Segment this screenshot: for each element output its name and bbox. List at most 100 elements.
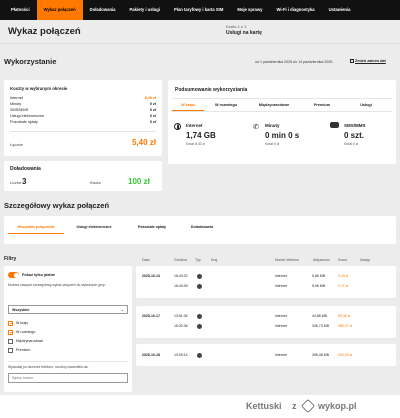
sms-value: 0 szt. (344, 131, 365, 140)
checkbox-domestic[interactable] (8, 321, 13, 327)
filters-title: Filtry (4, 256, 17, 262)
page-title: Wykaz połączeń (8, 26, 81, 37)
cost-row: Usługi elektroniczne 0 zł (10, 114, 156, 118)
topups-title: Doładowania (10, 166, 41, 172)
tab-international[interactable]: Międzynarodowe (248, 101, 300, 111)
chevron-down-icon: ⌄ (120, 307, 124, 312)
cost-row: Minuty 0 zł (10, 102, 156, 106)
row-activity: 44,88 MB (312, 314, 327, 318)
nav-tariff[interactable]: Plan taryfowy i karta SIM (167, 0, 230, 20)
nav-packages[interactable]: Pakiety i usługi (123, 0, 168, 20)
row-cost: 0,49 zł (338, 274, 349, 278)
cost-value: 0 zł (149, 120, 156, 124)
internet-cost: Koszt 8,40 zł (186, 142, 205, 146)
data-type-icon (197, 284, 202, 289)
row-cost: 0,71 zł (338, 284, 349, 288)
row-time: 13:51:04 (174, 314, 188, 318)
filters-hint: Możesz zawęzić szczegółowy wykaz połącze… (8, 283, 106, 287)
watermark-author: Kettuski (246, 401, 282, 411)
minutes-value: 0 min 0 s (265, 131, 300, 140)
col-date[interactable]: Data (142, 258, 149, 262)
checkbox-premium[interactable] (8, 348, 13, 353)
row-number: Internet (275, 274, 287, 278)
tab-all-calls[interactable]: Wszystkie połączenia (8, 225, 64, 234)
row-number: Internet (275, 324, 287, 328)
data-type-icon (197, 324, 202, 329)
watermark-site: wykop.pl (318, 401, 357, 411)
usage-title: Wykorzystanie (4, 57, 57, 66)
watermark-bar: Kettuski z wykop.pl (0, 395, 400, 418)
nav-my-matters[interactable]: Moje sprawy (230, 0, 269, 20)
group-date: 2025-10-17 (142, 314, 160, 318)
row-activity: 336,73 MB (312, 324, 329, 328)
period-range: od 1 października 2025 do 14 październik… (255, 60, 333, 64)
watermark-sep: z (292, 401, 297, 411)
total-value: 5,40 zł (131, 138, 156, 147)
table-group: 2025-10-18 13:09:14 Internet 396,48 MB 3… (136, 344, 396, 366)
detail-tabs-card: Wszystkie połączenia Usługi elektroniczn… (4, 216, 396, 244)
nav-payments[interactable]: Płatności (4, 0, 37, 20)
group-date: 2025-10-13 (142, 274, 160, 278)
phone-icon: ✆ (253, 124, 259, 131)
nav-topups[interactable]: Doładowania (83, 0, 123, 20)
tab-roaming[interactable]: W roamingu (204, 101, 248, 111)
change-range-link[interactable]: Zmień zakres dat (350, 59, 386, 63)
chat-icon (330, 122, 339, 128)
row-cost: 334,25 zł (338, 353, 353, 357)
group-select[interactable]: Wszystkie ⌄ (8, 305, 128, 314)
row-activity: 396,48 MB (312, 353, 329, 357)
nav-wifi[interactable]: Wi-Fi i diagnostyka (269, 0, 321, 20)
detail-tabs: Wszystkie połączenia Usługi elektroniczn… (8, 225, 224, 234)
nav-settings[interactable]: Ustawienia (322, 0, 358, 20)
total-label: Łącznie (10, 143, 24, 147)
costs-card: Koszty w wybranym okresie Internet 8,40 z… (4, 80, 162, 156)
globe-icon (174, 123, 181, 130)
tab-detail-topups[interactable]: Doładowania (180, 225, 224, 234)
row-time: 16:43:09 (174, 284, 188, 288)
topups-card: Doładowania Liczba 3 Kwota 100 zł (4, 161, 162, 191)
data-type-icon (197, 274, 202, 279)
checkbox-international[interactable] (8, 339, 13, 344)
top-nav: Płatności Wykaz połączeń Doładowania Pak… (0, 0, 400, 20)
tab-domestic[interactable]: W kraju (172, 101, 204, 111)
cost-label: Pozostałe opłaty (10, 120, 38, 124)
cost-value: 0 zł (149, 114, 156, 118)
minutes-cost: Koszt 0 zł (265, 142, 280, 146)
nav-call-log[interactable]: Wykaz połączeń (36, 0, 83, 20)
minutes-label: Minuty (265, 123, 280, 128)
internet-value: 1,74 GB (186, 131, 216, 140)
col-country: Kraj (211, 258, 218, 262)
number-search-input[interactable] (8, 373, 128, 383)
tab-other-fees[interactable]: Pozostałe opłaty (124, 225, 180, 234)
cost-label: SMS/MMS (10, 108, 29, 112)
data-type-icon (197, 314, 202, 319)
tab-e-services[interactable]: Usługi elektroniczne (64, 225, 124, 234)
cost-label: Usługi elektroniczne (10, 114, 44, 118)
divider (8, 361, 128, 362)
checkbox-domestic-label: W kraju (16, 321, 29, 325)
calendar-icon (350, 59, 354, 63)
tab-premium[interactable]: Premium (300, 101, 344, 111)
filters-card: Pokaż tylko płatne Możesz zawęzić szczeg… (4, 266, 132, 392)
row-cost: 55,36 zł (338, 314, 351, 318)
group-date: 2025-10-18 (142, 353, 160, 357)
paid-only-toggle[interactable] (8, 272, 19, 278)
col-type: Typ (195, 258, 201, 262)
account-type[interactable]: Usługi na kartę (226, 30, 262, 36)
cost-label: Internet (10, 96, 23, 100)
divider (172, 111, 392, 112)
checkbox-roaming[interactable] (8, 330, 13, 336)
paid-only-label: Pokaż tylko płatne (22, 273, 56, 277)
topups-amount-label: Kwota (90, 181, 101, 185)
tab-services[interactable]: Usługi (344, 101, 388, 111)
sms-label: SMS/MMS (344, 123, 366, 128)
checkbox-roaming-label: W roamingu (16, 330, 36, 334)
cost-label: Minuty (10, 102, 22, 106)
change-range-label: Zmień zakres dat (355, 59, 386, 63)
summary-tabs: W kraju W roamingu Międzynarodowe Premiu… (172, 101, 392, 111)
search-hint: Wyszukaj po numerze telefonu, na który d… (8, 365, 89, 369)
col-time: Godzina (174, 258, 188, 262)
data-type-icon (197, 353, 202, 358)
summary-card: Podsumowanie wykorzystania W kraju W roa… (168, 80, 396, 164)
row-cost: 385,37 zł (338, 324, 353, 328)
